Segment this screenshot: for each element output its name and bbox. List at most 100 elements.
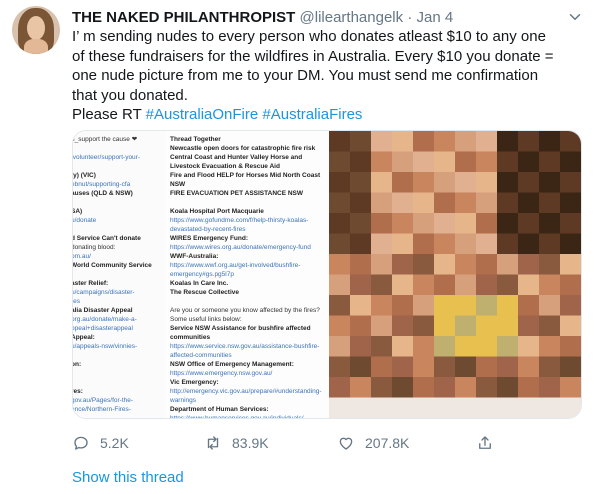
- pixel-block: [497, 254, 519, 276]
- pixel-block: [518, 274, 540, 296]
- tweet-text-line: of these fundraisers for the wildfires i…: [72, 47, 554, 65]
- reply-button[interactable]: 5.2K: [72, 432, 129, 454]
- pixel-block: [371, 254, 393, 276]
- pixel-block: [392, 131, 414, 153]
- pixel-block: [560, 254, 581, 276]
- pixel-block: [350, 397, 372, 418]
- pixel-block: [476, 397, 498, 418]
- pixel-block: [329, 315, 351, 337]
- show-thread-link[interactable]: Show this thread: [72, 469, 184, 486]
- media-text-line: res:: [73, 388, 83, 395]
- pixel-block: [476, 274, 498, 296]
- pixel-block: [497, 397, 519, 418]
- pixel-block: [539, 356, 561, 378]
- media-image-fundraiser-list-left[interactable]: n_support the cause ❤ /volunteer/support-…: [73, 131, 165, 418]
- heart-icon: [339, 437, 353, 450]
- pixel-block: [434, 233, 456, 255]
- retweet-button[interactable]: 83.9K: [204, 432, 269, 454]
- avatar[interactable]: [12, 6, 60, 54]
- media-image-pixelated[interactable]: [329, 131, 581, 418]
- media-text-line: Newcastle open doors for catastrophic fi…: [170, 145, 316, 152]
- pixel-block: [539, 274, 561, 296]
- pixel-block: [539, 336, 561, 358]
- user-handle[interactable]: @lilearthangelk: [300, 9, 404, 26]
- media-text-line: u/campaigns/disaster-: [73, 289, 135, 296]
- media-text-line: aster Relief:: [73, 280, 109, 287]
- media-text-line: Service NSW Assistance for bushfire affe…: [170, 325, 311, 332]
- pixel-block: [413, 172, 435, 194]
- pixel-block: [350, 377, 372, 399]
- pixel-block: [518, 213, 540, 235]
- pixel-block: [413, 274, 435, 296]
- tweet-text-line: that you donated.: [72, 86, 188, 104]
- avatar-face: [27, 16, 45, 40]
- pixel-block: [518, 397, 540, 418]
- pixel-block: [413, 295, 435, 317]
- media-text-line: emergency#gs.pg5l7p: [170, 271, 234, 278]
- media-text-line: SA): [73, 208, 83, 215]
- pixel-block: [455, 397, 477, 418]
- media-text-line: gov.au/Pages/for-the-: [73, 397, 134, 404]
- pixel-block: [497, 274, 519, 296]
- pixel-block: [539, 295, 561, 317]
- pixel-block: [329, 295, 351, 317]
- pixel-block: [497, 295, 519, 317]
- like-button[interactable]: 207.8K: [337, 432, 409, 454]
- tweet-media[interactable]: n_support the cause ❤ /volunteer/support-…: [72, 130, 582, 419]
- hashtag-link[interactable]: #AustraliaOnFire: [146, 106, 259, 123]
- pixel-block: [329, 233, 351, 255]
- pixel-block: [539, 377, 561, 399]
- pixel-block: [329, 397, 351, 418]
- display-name[interactable]: THE NAKED PHILANTHROPIST: [72, 9, 295, 26]
- tweet-date[interactable]: Jan 4: [416, 9, 453, 26]
- media-text-line: WIRES Emergency Fund:: [170, 235, 249, 242]
- pixel-block: [560, 233, 581, 255]
- pixel-block: [497, 131, 519, 153]
- pixel-block: [518, 254, 540, 276]
- pixel-block: [350, 315, 372, 337]
- media-text-line: Koala Hospital Port Macquarie: [170, 208, 264, 215]
- pixel-block: [455, 315, 477, 337]
- pixel-block: [560, 151, 581, 173]
- pixel-block: [350, 151, 372, 173]
- pixel-block: [413, 151, 435, 173]
- pixel-block: [371, 213, 393, 235]
- pixel-block: [518, 172, 540, 194]
- media-text-line: Fire and Flood HELP for Horses Mid North…: [170, 172, 321, 179]
- pixel-block: [392, 151, 414, 173]
- pixel-block: [350, 131, 372, 153]
- share-button[interactable]: [476, 432, 504, 454]
- pixel-block: [392, 274, 414, 296]
- pixel-block: [476, 213, 498, 235]
- pixel-block: [371, 336, 393, 358]
- tweet-text-line: one nude picture from me to your DM. You…: [72, 67, 539, 84]
- pixel-block: [392, 233, 414, 255]
- pixel-block: [413, 213, 435, 235]
- pixel-block: [455, 172, 477, 194]
- pixel-block: [497, 192, 519, 214]
- pixel-block: [413, 192, 435, 214]
- hashtag-link[interactable]: #AustraliaFires: [262, 106, 362, 123]
- avatar-neck: [24, 39, 48, 54]
- pixel-block: [350, 356, 372, 378]
- pixel-block: [329, 151, 351, 173]
- tweet[interactable]: THE NAKED PHILANTHROPIST @lilearthangelk…: [0, 0, 594, 494]
- pixel-block: [392, 397, 414, 418]
- tweet-text-line: I’ m sending nudes to every person who d…: [72, 28, 546, 45]
- pixel-block: [455, 254, 477, 276]
- pixel-block: [329, 356, 351, 378]
- pixel-block: [392, 192, 414, 214]
- pixel-block: [518, 192, 540, 214]
- pixel-block: [476, 336, 498, 358]
- pixel-block: [560, 274, 581, 296]
- pixel-block: [329, 274, 351, 296]
- pixel-block: [560, 295, 581, 317]
- media-text-line: The Rescue Collective: [170, 289, 239, 296]
- pixel-block: [476, 172, 498, 194]
- media-image-fundraiser-list[interactable]: Thread Together Newcastle open doors for …: [165, 131, 329, 418]
- pixel-block: [329, 336, 351, 358]
- pixel-block: [350, 274, 372, 296]
- chevron-down-icon[interactable]: [566, 8, 584, 26]
- pixel-block: [560, 336, 581, 358]
- pixel-block: [413, 356, 435, 378]
